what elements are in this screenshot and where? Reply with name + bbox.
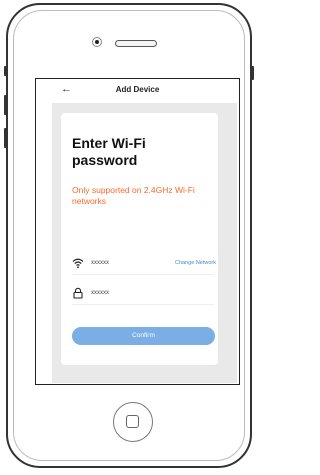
frequency-note: Only supported on 2.4GHz Wi-Fi networks bbox=[72, 185, 195, 206]
network-row[interactable]: xxxxxx Change Network bbox=[72, 257, 216, 271]
camera-icon bbox=[92, 37, 102, 47]
password-row[interactable]: xxxxxx bbox=[72, 287, 212, 301]
home-square-icon bbox=[126, 415, 139, 428]
confirm-button[interactable]: Confirm bbox=[72, 327, 215, 345]
network-divider bbox=[72, 274, 214, 275]
volume-up-button bbox=[4, 95, 7, 115]
form-heading: Enter Wi-Fi password bbox=[72, 135, 146, 168]
nav-bar: ← Add Device bbox=[36, 79, 239, 103]
network-name: xxxxxx bbox=[91, 260, 109, 266]
change-network-link[interactable]: Change Network bbox=[175, 260, 216, 266]
speaker-grille bbox=[115, 40, 157, 47]
wifi-form-card: Enter Wi-Fi password Only supported on 2… bbox=[61, 113, 218, 365]
volume-down-button bbox=[4, 128, 7, 148]
page-title: Add Device bbox=[115, 85, 160, 94]
app-screen: ← Add Device Enter Wi-Fi password Only s… bbox=[35, 78, 240, 385]
password-divider bbox=[72, 304, 214, 305]
power-button bbox=[251, 66, 254, 80]
wifi-icon bbox=[72, 258, 84, 269]
mute-switch bbox=[4, 66, 7, 76]
lock-icon bbox=[73, 287, 83, 299]
password-field[interactable]: xxxxxx bbox=[91, 290, 109, 296]
content-area: Enter Wi-Fi password Only supported on 2… bbox=[52, 103, 237, 383]
home-button[interactable] bbox=[113, 402, 153, 442]
